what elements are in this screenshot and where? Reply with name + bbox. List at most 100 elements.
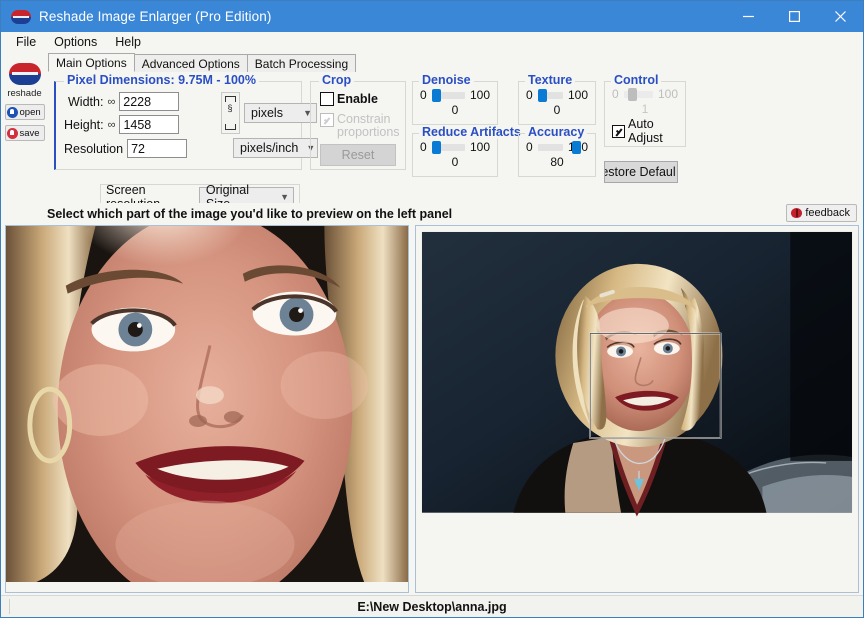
menu-bar: File Options Help <box>1 32 863 53</box>
tab-advanced-options[interactable]: Advanced Options <box>134 54 248 72</box>
reduce-artifacts-value: 0 <box>420 155 490 169</box>
crop-title: Crop <box>319 73 354 87</box>
minimize-icon[interactable] <box>725 1 771 32</box>
instruction-bar: Select which part of the image you'd lik… <box>1 203 863 225</box>
status-bar: E:\New Desktop\anna.jpg <box>1 595 863 617</box>
reduce-artifacts-group: Reduce Artifacts 0 100 0 <box>412 133 498 177</box>
control-title: Control <box>611 73 661 87</box>
width-label: Width: <box>68 95 103 109</box>
denoise-group: Denoise 0 100 0 <box>412 81 498 125</box>
reshade-brand-label: reshade <box>7 88 41 99</box>
texture-min: 0 <box>526 88 533 102</box>
texture-max: 100 <box>568 88 588 102</box>
crop-group: Crop Enable Constrain proportions <box>310 81 406 170</box>
preview-full-image[interactable] <box>415 225 859 593</box>
window-title: Reshade Image Enlarger (Pro Edition) <box>39 9 271 24</box>
control-value: 1 <box>612 102 678 116</box>
chain-link-icon: ∞ <box>108 119 116 131</box>
reduce-artifacts-min: 0 <box>420 140 427 154</box>
denoise-min: 0 <box>420 88 427 102</box>
restore-default-label: estore Defaul <box>604 165 676 179</box>
open-button-label: open <box>20 107 41 118</box>
tab-main-options[interactable]: Main Options <box>48 53 135 72</box>
feedback-button[interactable]: feedback <box>786 204 857 222</box>
window-controls <box>725 1 863 32</box>
chain-link-icon: ∞ <box>107 96 115 108</box>
crop-enable-row[interactable]: Enable <box>320 92 378 106</box>
menu-item-file[interactable]: File <box>7 33 45 51</box>
app-body: reshade open save Main Options Advanced … <box>1 53 863 617</box>
full-image <box>416 226 858 582</box>
reshade-brand-icon <box>9 63 41 85</box>
auto-adjust-label: Auto Adjust <box>628 117 678 145</box>
crop-enable-checkbox[interactable] <box>320 92 334 106</box>
height-input[interactable]: 1458 <box>119 115 179 134</box>
control-min: 0 <box>612 87 619 101</box>
restore-default-button[interactable]: estore Defaul <box>604 161 678 183</box>
pixel-unit-value: pixels <box>251 106 283 120</box>
zoomed-face-image <box>6 226 408 582</box>
save-icon <box>7 128 18 139</box>
crop-enable-label: Enable <box>337 92 378 106</box>
denoise-slider[interactable] <box>432 92 465 99</box>
open-icon <box>7 107 18 118</box>
accuracy-title: Accuracy <box>525 125 587 139</box>
accuracy-value: 80 <box>526 155 588 169</box>
tab-zone: Main Options Advanced Options Batch Proc… <box>48 53 863 203</box>
close-icon[interactable] <box>817 1 863 32</box>
tab-bar: Main Options Advanced Options Batch Proc… <box>48 53 855 72</box>
resolution-unit-value: pixels/inch <box>240 141 298 155</box>
pixel-dimensions-group: Pixel Dimensions: 9.75M - 100% Width: ∞ … <box>54 81 302 170</box>
menu-item-options[interactable]: Options <box>45 33 106 51</box>
preview-zoomed-face[interactable] <box>5 225 409 593</box>
constrain-link-indicator[interactable]: § <box>221 92 240 134</box>
maximize-icon[interactable] <box>771 1 817 32</box>
control-group: Control 0 100 1 Auto Adjust <box>604 81 686 147</box>
tab-batch-processing[interactable]: Batch Processing <box>247 54 356 72</box>
height-label: Height: <box>64 118 104 132</box>
reduce-artifacts-max: 100 <box>470 140 490 154</box>
width-input[interactable]: 2228 <box>119 92 179 111</box>
resolution-label: Resolution <box>64 142 123 156</box>
crop-reset-button: Reset <box>320 144 396 166</box>
texture-group: Texture 0 100 0 <box>518 81 596 125</box>
chevron-down-icon: ▼ <box>280 192 289 202</box>
main-options-panel: Pixel Dimensions: 9.75M - 100% Width: ∞ … <box>48 72 855 200</box>
denoise-value: 0 <box>420 103 490 117</box>
accuracy-slider[interactable] <box>538 144 563 151</box>
reduce-artifacts-slider[interactable] <box>432 144 465 151</box>
auto-adjust-checkbox[interactable] <box>612 125 625 138</box>
reshade-logo-icon <box>11 10 31 24</box>
control-max: 100 <box>658 87 678 101</box>
accuracy-min: 0 <box>526 140 533 154</box>
open-button[interactable]: open <box>5 104 45 120</box>
texture-value: 0 <box>526 103 588 117</box>
options-region: reshade open save Main Options Advanced … <box>1 53 863 203</box>
preview-area <box>1 225 863 595</box>
auto-adjust-row[interactable]: Auto Adjust <box>612 117 678 145</box>
constrain-proportions-label-line2: proportions <box>337 126 400 139</box>
pixel-unit-select[interactable]: pixels ▼ <box>244 103 317 123</box>
menu-item-help[interactable]: Help <box>106 33 150 51</box>
accuracy-group: Accuracy 0 100 80 <box>518 133 596 177</box>
resolution-unit-select[interactable]: pixels/inch ▼ <box>233 138 318 158</box>
texture-title: Texture <box>525 73 575 87</box>
constrain-proportions-checkbox <box>320 113 334 127</box>
resolution-input[interactable]: 72 <box>127 139 187 158</box>
title-bar: Reshade Image Enlarger (Pro Edition) <box>1 1 863 32</box>
app-window: Reshade Image Enlarger (Pro Edition) Fil… <box>0 0 864 618</box>
instruction-text: Select which part of the image you'd lik… <box>47 207 452 221</box>
bug-icon <box>791 208 802 218</box>
status-file-path: E:\New Desktop\anna.jpg <box>357 600 506 614</box>
save-button-label: save <box>20 128 40 139</box>
save-button[interactable]: save <box>5 125 45 141</box>
side-rail: reshade open save <box>1 53 48 203</box>
feedback-label: feedback <box>805 207 850 219</box>
denoise-title: Denoise <box>419 73 474 87</box>
control-slider <box>624 91 653 98</box>
texture-slider[interactable] <box>538 92 563 99</box>
denoise-max: 100 <box>470 88 490 102</box>
reduce-artifacts-title: Reduce Artifacts <box>419 125 524 139</box>
pixel-dimensions-title: Pixel Dimensions: 9.75M - 100% <box>64 73 259 87</box>
constrain-proportions-row: Constrain proportions <box>320 113 400 139</box>
